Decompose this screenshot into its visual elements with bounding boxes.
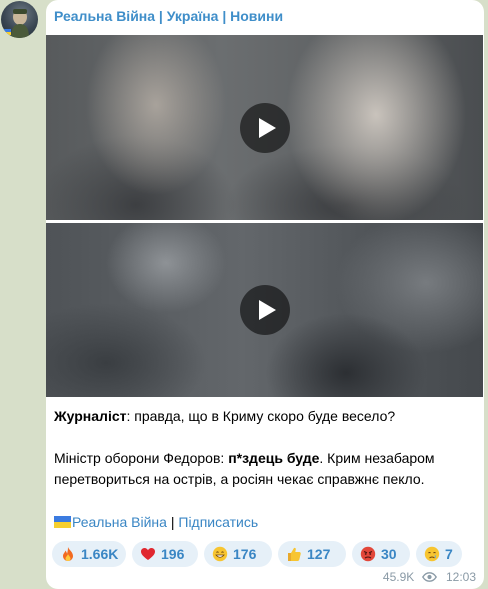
reaction-heart[interactable]: 196 (132, 541, 198, 567)
reaction-fire[interactable]: 1.66K (52, 541, 126, 567)
subscribe-link[interactable]: Підписатись (178, 514, 258, 530)
play-button[interactable] (239, 102, 290, 153)
message-text: Журналіст: правда, що в Криму скоро буде… (54, 406, 474, 490)
reaction-angry[interactable]: 30 (352, 541, 410, 567)
reaction-grin[interactable]: 176 (204, 541, 272, 567)
reaction-count: 7 (445, 546, 453, 562)
play-button[interactable] (239, 285, 290, 335)
journalist-label: Журналіст (54, 408, 127, 424)
ukraine-flag-icon (54, 516, 71, 528)
reaction-thumbs-up[interactable]: 127 (278, 541, 346, 567)
message-bubble: Реальна Війна | Україна | Новини Журналі… (46, 0, 484, 589)
message-time: 12:03 (445, 570, 476, 584)
message-line-2: Міністр оборони Федоров: п*здець буде. К… (54, 448, 474, 490)
channel-avatar[interactable] (1, 1, 38, 38)
reaction-count: 176 (233, 546, 257, 562)
angry-face-icon (360, 546, 376, 562)
reaction-count: 30 (381, 546, 397, 562)
journalist-question: : правда, що в Криму скоро буде весело? (126, 408, 396, 424)
message-line-1: Журналіст: правда, що в Криму скоро буде… (54, 406, 474, 427)
video-thumbnail-2[interactable] (46, 223, 483, 397)
reaction-count: 196 (161, 546, 185, 562)
minister-prefix: Міністр оборони Федоров: (54, 450, 229, 466)
fire-icon (63, 547, 73, 561)
grinning-face-icon (212, 546, 228, 562)
view-count: 45.9K (382, 570, 415, 584)
thumbs-up-icon (288, 547, 301, 561)
channel-name[interactable]: Реальна Війна | Україна | Новини (54, 8, 283, 24)
video-thumbnail-1[interactable] (46, 35, 483, 220)
reaction-count: 127 (307, 546, 331, 562)
reaction-crying[interactable]: 7 (416, 541, 462, 567)
play-icon (258, 117, 276, 138)
eye-icon (421, 572, 437, 582)
play-icon (258, 300, 276, 320)
footer-separator: | (166, 514, 179, 530)
minister-bold-quote: п*здець буде (228, 450, 320, 466)
message-meta: 45.9K 12:03 (383, 570, 476, 584)
footer-links: Реальна Війна | Підписатись (54, 512, 258, 533)
reaction-count: 1.66K (81, 546, 119, 562)
crying-face-icon (424, 546, 440, 562)
red-heart-icon (141, 548, 155, 560)
channel-link[interactable]: Реальна Війна (72, 514, 167, 530)
